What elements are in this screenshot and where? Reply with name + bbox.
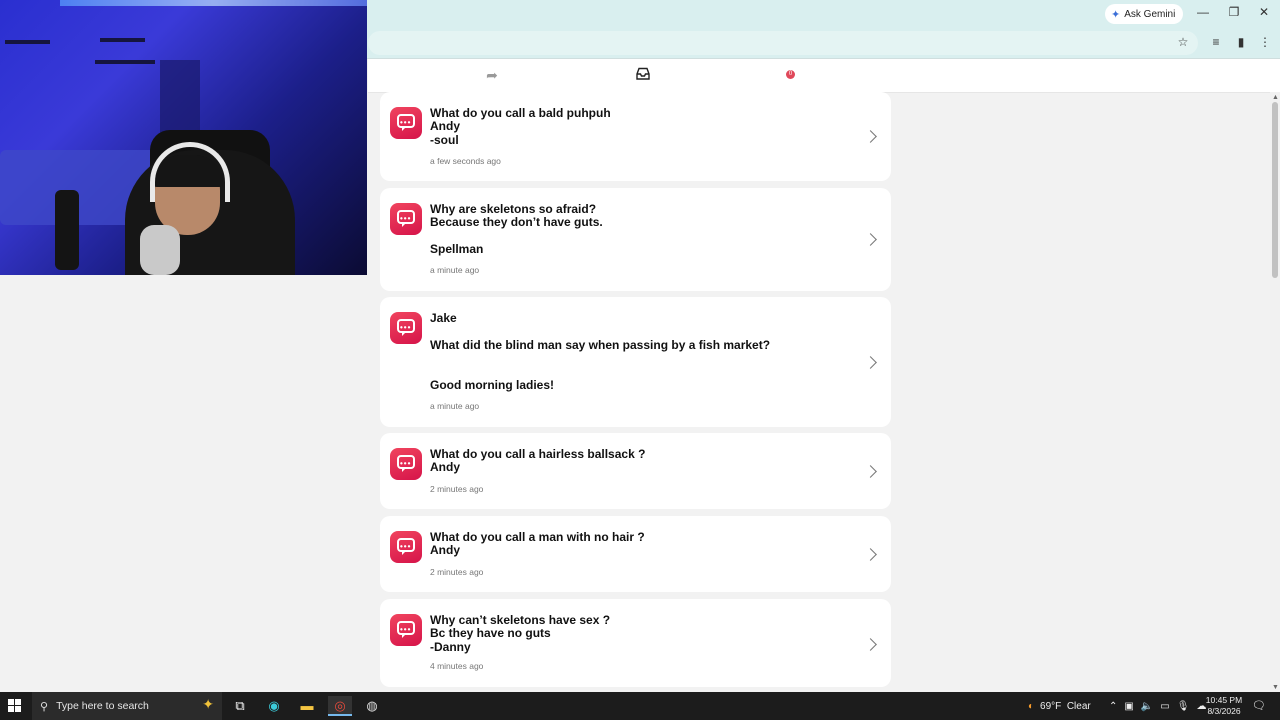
message-time: 2 minutes ago xyxy=(430,484,484,494)
menu-kebab-icon[interactable]: ⋮ xyxy=(1256,33,1274,51)
network-icon[interactable]: ▭ xyxy=(1160,701,1169,712)
inbox-tray-icon xyxy=(636,67,650,80)
notification-badge[interactable]: 0 xyxy=(786,70,795,79)
search-highlight-icon: ✦ xyxy=(202,696,214,712)
weather-icon: ◐ xyxy=(1028,700,1035,712)
close-window-button[interactable]: ✕ xyxy=(1254,5,1274,19)
search-icon: ⚲ xyxy=(40,700,49,713)
tray-device-icon[interactable]: ▣ xyxy=(1124,701,1133,712)
notification-center-icon[interactable]: 🗨 xyxy=(1252,699,1266,712)
system-tray: ⌃ ▣ 🔈 ▭ 🎙 ☁ xyxy=(1109,692,1206,720)
weather-widget[interactable]: ◐ 69°F Clear xyxy=(1028,692,1091,720)
chevron-right-icon xyxy=(864,233,877,246)
led-strip xyxy=(60,0,367,6)
ask-gemini-button[interactable]: ✦ Ask Gemini xyxy=(1105,4,1184,24)
wall-shelf xyxy=(95,60,155,64)
message-card[interactable]: ••• What do you call a bald puhpuh Andy … xyxy=(380,92,891,181)
message-text: Why are skeletons so afraid? Because the… xyxy=(430,202,603,257)
chevron-right-icon xyxy=(864,465,877,478)
chat-bubble-icon: ••• xyxy=(390,448,422,480)
address-bar[interactable] xyxy=(368,31,1198,55)
chat-bubble-icon: ••• xyxy=(390,312,422,344)
chevron-right-icon xyxy=(864,638,877,651)
media-queue-icon[interactable]: ≡ xyxy=(1207,33,1225,51)
windows-taskbar: ⚲ Type here to search ✦ ⧉ ◉ ▬ ◎ ◍ ◐ 69°F… xyxy=(0,692,1280,720)
edge-browser-icon[interactable]: ◉ xyxy=(262,696,286,716)
microphone-icon[interactable]: 🎙 xyxy=(1177,701,1190,712)
message-text: Jake What did the blind man say when pas… xyxy=(430,311,771,393)
windows-start-icon[interactable] xyxy=(8,699,22,713)
page-scrollbar[interactable]: ▲ ▼ xyxy=(1270,92,1280,692)
taskbar-search-box[interactable]: ⚲ Type here to search ✦ xyxy=(32,692,222,720)
chat-bubble-icon: ••• xyxy=(390,531,422,563)
message-text: Why can’t skeletons have sex ? Bc they h… xyxy=(430,613,611,654)
ask-gemini-label: Ask Gemini xyxy=(1124,8,1176,20)
chat-bubble-icon: ••• xyxy=(390,614,422,646)
message-text: What do you call a hairless ballsack ? A… xyxy=(430,447,646,475)
chevron-right-icon xyxy=(864,356,877,369)
scroll-down-arrow-icon[interactable]: ▼ xyxy=(1272,684,1279,691)
wall-shelf xyxy=(100,38,145,42)
scroll-thumb[interactable] xyxy=(1272,102,1278,278)
chevron-right-icon xyxy=(864,130,877,143)
clock-time: 10:45 PM xyxy=(1205,695,1243,705)
extension-icon[interactable]: ▮ xyxy=(1232,33,1250,51)
webcam-overlay xyxy=(0,0,367,275)
chrome-browser-icon[interactable]: ◎ xyxy=(328,696,352,716)
clock-date: 8/3/2026 xyxy=(1207,706,1241,716)
share-icon[interactable]: ➦ xyxy=(482,67,502,83)
scroll-up-arrow-icon[interactable]: ▲ xyxy=(1272,94,1279,101)
message-card[interactable]: ••• Why are skeletons so afraid? Because… xyxy=(380,188,891,291)
speaker-icon[interactable]: 🔈 xyxy=(1141,701,1153,712)
message-card[interactable]: ••• Why can’t skeletons have sex ? Bc th… xyxy=(380,599,891,687)
message-text: What do you call a man with no hair ? An… xyxy=(430,530,645,558)
chevron-right-icon xyxy=(864,548,877,561)
bookmark-star-icon[interactable]: ☆ xyxy=(1174,33,1192,51)
message-text: What do you call a bald puhpuh Andy -sou… xyxy=(430,106,611,147)
message-time: a minute ago xyxy=(430,265,480,275)
message-time: 4 minutes ago xyxy=(430,661,484,671)
weather-text: 69°F Clear xyxy=(1040,700,1091,712)
taskbar-clock[interactable]: 10:45 PM 8/3/2026 xyxy=(1203,695,1245,717)
message-time: 2 minutes ago xyxy=(430,567,484,577)
chat-bubble-icon: ••• xyxy=(390,107,422,139)
restore-button[interactable]: ❐ xyxy=(1224,5,1244,19)
tray-chevron-up-icon[interactable]: ⌃ xyxy=(1109,701,1117,712)
wall-shelf xyxy=(5,40,50,44)
app-nav-bar: ➦ 0 xyxy=(368,59,1280,93)
search-placeholder: Type here to search xyxy=(56,700,149,712)
file-explorer-icon[interactable]: ▬ xyxy=(295,696,319,716)
water-bottle xyxy=(55,190,79,270)
message-card[interactable]: ••• What do you call a hairless ballsack… xyxy=(380,433,891,509)
chat-bubble-icon: ••• xyxy=(390,203,422,235)
task-view-icon[interactable]: ⧉ xyxy=(228,696,252,716)
message-time: a few seconds ago xyxy=(430,156,501,166)
inbox-icon[interactable] xyxy=(633,67,653,83)
message-card[interactable]: ••• What do you call a man with no hair … xyxy=(380,516,891,592)
message-time: a minute ago xyxy=(430,401,480,411)
gemini-sparkle-icon: ✦ xyxy=(1111,8,1121,21)
microphone xyxy=(140,225,180,275)
message-card[interactable]: ••• Jake What did the blind man say when… xyxy=(380,297,891,427)
minimize-button[interactable]: — xyxy=(1193,5,1213,19)
obs-studio-icon[interactable]: ◍ xyxy=(360,696,384,716)
